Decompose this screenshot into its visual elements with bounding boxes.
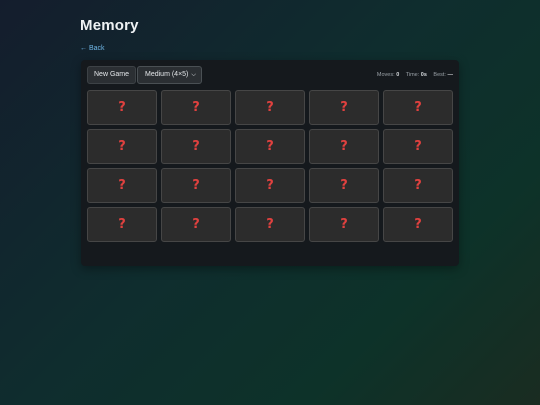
question-mark-icon: ? (266, 217, 274, 232)
memory-card[interactable]: ? (383, 207, 453, 242)
question-mark-icon: ? (118, 139, 126, 154)
memory-card[interactable]: ? (161, 129, 231, 164)
memory-card[interactable]: ? (161, 168, 231, 203)
memory-card[interactable]: ? (87, 90, 157, 125)
question-mark-icon: ? (192, 139, 200, 154)
memory-card[interactable]: ? (309, 90, 379, 125)
question-mark-icon: ? (266, 100, 274, 115)
game-stats: Moves: 0 Time: 0s Best: — (377, 66, 453, 84)
time-label: Time: (405, 72, 420, 78)
question-mark-icon: ? (340, 139, 348, 154)
memory-card[interactable]: ? (383, 129, 453, 164)
chevron-down-icon: ⌵ (191, 72, 196, 78)
question-mark-icon: ? (414, 139, 422, 154)
difficulty-selected-value: Medium (4×5) (145, 71, 189, 78)
question-mark-icon: ? (192, 178, 200, 193)
question-mark-icon: ? (192, 217, 200, 232)
new-game-button[interactable]: New Game (87, 66, 137, 84)
memory-card[interactable]: ? (235, 90, 305, 125)
game-toolbar: New Game Medium (4×5) ⌵ Moves: 0 Time: 0s… (87, 66, 453, 84)
page-title: Memory (80, 17, 139, 34)
best-value: — (447, 72, 454, 78)
best-label: Best: (433, 72, 446, 78)
card-grid: ???????????????????? (87, 90, 453, 242)
question-mark-icon: ? (340, 100, 348, 115)
question-mark-icon: ? (118, 100, 126, 115)
question-mark-icon: ? (414, 100, 422, 115)
question-mark-icon: ? (118, 178, 126, 193)
moves-value: 0 (396, 72, 400, 78)
question-mark-icon: ? (414, 178, 422, 193)
difficulty-select[interactable]: Medium (4×5) ⌵ (137, 66, 202, 84)
memory-card[interactable]: ? (309, 207, 379, 242)
memory-card[interactable]: ? (383, 168, 453, 203)
memory-card[interactable]: ? (235, 129, 305, 164)
question-mark-icon: ? (414, 217, 422, 232)
question-mark-icon: ? (340, 178, 348, 193)
memory-card[interactable]: ? (309, 129, 379, 164)
memory-card[interactable]: ? (161, 90, 231, 125)
back-link[interactable]: ← Back (80, 45, 105, 52)
time-value: 0s (420, 72, 427, 78)
question-mark-icon: ? (340, 217, 348, 232)
memory-card[interactable]: ? (309, 168, 379, 203)
question-mark-icon: ? (192, 100, 200, 115)
memory-card[interactable]: ? (235, 207, 305, 242)
memory-card[interactable]: ? (87, 207, 157, 242)
memory-card[interactable]: ? (87, 129, 157, 164)
question-mark-icon: ? (266, 139, 274, 154)
memory-card[interactable]: ? (383, 90, 453, 125)
moves-label: Moves: (376, 72, 395, 78)
question-mark-icon: ? (118, 217, 126, 232)
question-mark-icon: ? (266, 178, 274, 193)
game-panel: New Game Medium (4×5) ⌵ Moves: 0 Time: 0s… (81, 60, 459, 266)
memory-card[interactable]: ? (235, 168, 305, 203)
memory-card[interactable]: ? (161, 207, 231, 242)
memory-card[interactable]: ? (87, 168, 157, 203)
